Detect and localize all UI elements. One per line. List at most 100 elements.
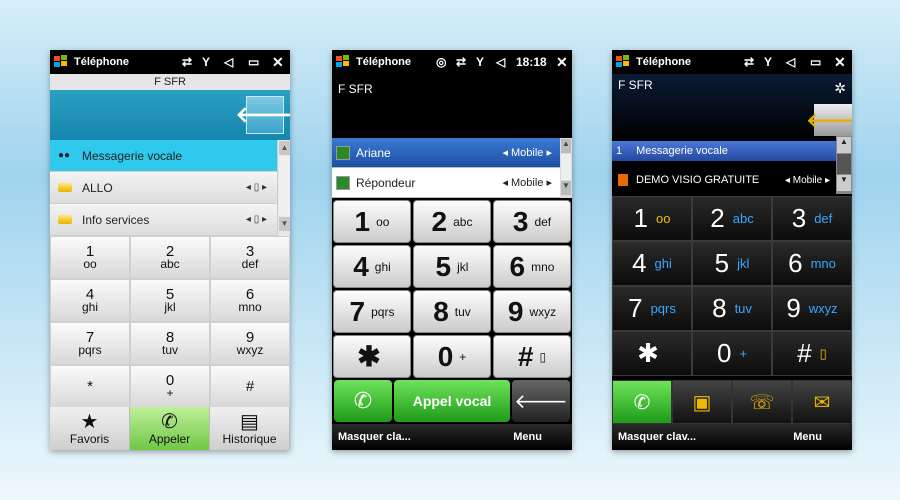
key-5[interactable]: 5 jkl (130, 279, 210, 322)
history-button[interactable]: ▤ Historique (210, 407, 290, 450)
volume-icon[interactable]: ◁ (496, 54, 505, 70)
scroll-down-icon[interactable]: ▼ (561, 181, 571, 195)
call-history-button[interactable]: ☏ (732, 380, 792, 424)
volume-icon[interactable]: ◁ (786, 54, 795, 70)
contacts-button[interactable]: ▣ (672, 380, 732, 424)
windows-logo-icon[interactable] (616, 55, 630, 69)
key-letters: mno (810, 256, 836, 271)
key-letters: + (739, 346, 748, 361)
key-star[interactable]: ✱ (333, 335, 411, 378)
list-scrollbar[interactable]: ▲ ▼ (836, 136, 852, 194)
key-1[interactable]: 1 oo (50, 236, 130, 279)
list-item[interactable]: Répondeur ◂ Mobile ▸ (332, 168, 560, 198)
key-star[interactable]: ✱ (612, 331, 692, 376)
phone-skin-3: Téléphone ⇄ Y ◁ ▭ ✕ F SFR ✲ 🡐 1 Messageri… (612, 50, 852, 450)
key-2[interactable]: 2 abc (413, 200, 491, 243)
mobile-selector[interactable]: ◂ ▯ ▸ (246, 182, 267, 193)
list-scrollbar[interactable]: ▲ ▼ (277, 140, 290, 236)
key-4[interactable]: 4 ghi (50, 279, 130, 322)
favorites-button[interactable]: ★ Favoris (50, 407, 130, 450)
scroll-up-icon[interactable]: ▲ (561, 139, 571, 153)
backspace-button[interactable]: 🡐 (236, 96, 290, 134)
call-button[interactable]: ✆ (612, 380, 672, 424)
windows-logo-icon[interactable] (336, 55, 350, 69)
close-icon[interactable]: ✕ (834, 54, 846, 70)
list-item[interactable]: DEMO VISIO GRATUITE ◂ Mobile ▸ (612, 167, 836, 193)
scroll-up-icon[interactable]: ▲ (279, 141, 290, 155)
key-0[interactable]: 0 + (413, 335, 491, 378)
scroll-track[interactable] (279, 156, 290, 216)
back-arrow-icon: 🡐 (514, 390, 568, 413)
call-button[interactable]: ✆ Appeler (130, 407, 210, 450)
backspace-button[interactable]: 🡐 (512, 380, 570, 422)
key-0[interactable]: 0 + (130, 365, 210, 408)
key-9[interactable]: 9 wxyz (210, 322, 290, 365)
contacts-button[interactable]: ✆ (334, 380, 392, 422)
key-1[interactable]: 1 oo (612, 196, 692, 241)
list-item[interactable]: Ariane ◂ Mobile ▸ (332, 138, 560, 168)
windows-logo-icon[interactable] (54, 55, 68, 69)
key-9[interactable]: 9 wxyz (493, 290, 571, 333)
key-8[interactable]: 8 tuv (130, 322, 210, 365)
key-3[interactable]: 3 def (210, 236, 290, 279)
message-button[interactable]: ✉ (792, 380, 852, 424)
key-1[interactable]: 1 oo (333, 200, 411, 243)
key-2[interactable]: 2 abc (130, 236, 210, 279)
list-item[interactable]: ALLO ◂ ▯ ▸ (50, 172, 277, 204)
key-hash[interactable]: # ▯ (772, 331, 852, 376)
mobile-selector[interactable]: ◂ Mobile ▸ (502, 146, 552, 159)
key-digit: # (517, 340, 534, 372)
voicemail-icon: ●● (58, 150, 71, 161)
voice-call-button[interactable]: Appel vocal (394, 380, 510, 422)
key-6[interactable]: 6 mno (210, 279, 290, 322)
list-scrollbar[interactable]: ▲ ▼ (560, 138, 572, 198)
scroll-track[interactable] (561, 154, 571, 180)
mobile-selector[interactable]: ◂ ▯ ▸ (246, 214, 267, 225)
key-4[interactable]: 4 ghi (612, 241, 692, 286)
backspace-button[interactable]: 🡐 (806, 104, 852, 136)
key-8[interactable]: 8 tuv (413, 290, 491, 333)
contacts-book-icon: ▣ (692, 391, 712, 414)
key-7[interactable]: 7 pqrs (50, 322, 130, 365)
mobile-selector[interactable]: ◂ Mobile ▸ (785, 175, 830, 186)
key-letters: + (459, 349, 467, 364)
scroll-down-icon[interactable]: ▼ (837, 175, 851, 191)
key-7[interactable]: 7 pqrs (333, 290, 411, 333)
list-item[interactable]: Info services ◂ ▯ ▸ (50, 204, 277, 236)
scroll-track[interactable] (837, 154, 851, 174)
key-star[interactable]: * (50, 365, 130, 408)
key-digit: 9 (245, 328, 255, 346)
volume-icon[interactable]: ◁ (224, 54, 233, 70)
softkey-menu[interactable]: Menu (787, 431, 852, 443)
key-3[interactable]: 3 def (493, 200, 571, 243)
key-digit: ✱ (637, 338, 659, 368)
scroll-down-icon[interactable]: ▼ (279, 217, 290, 231)
key-7[interactable]: 7 pqrs (612, 286, 692, 331)
key-hash[interactable]: # ▯ (493, 335, 571, 378)
dial-pad: 1 oo 2 abc 3 def 4 ghi 5 jkl 6 mno 7 pqrs 8 tuv … (333, 200, 571, 378)
key-5[interactable]: 5 jkl (692, 241, 772, 286)
key-6[interactable]: 6 mno (493, 245, 571, 288)
key-hash[interactable]: # (210, 365, 290, 408)
softkey-menu[interactable]: Menu (507, 431, 572, 443)
key-4[interactable]: 4 ghi (333, 245, 411, 288)
key-letters: abc (160, 256, 180, 271)
key-2[interactable]: 2 abc (692, 196, 772, 241)
mobile-selector[interactable]: ◂ Mobile ▸ (502, 176, 552, 189)
carrier-label: F SFR (338, 82, 373, 96)
list-item[interactable]: 1 Messagerie vocale (612, 141, 836, 161)
key-9[interactable]: 9 wxyz (772, 286, 852, 331)
bottom-tabs: ★ Favoris ✆ Appeler ▤ Historique (50, 407, 290, 450)
scroll-up-icon[interactable]: ▲ (837, 137, 851, 153)
softkey-left[interactable]: Masquer clav... (612, 431, 787, 443)
key-0[interactable]: 0 + (692, 331, 772, 376)
key-3[interactable]: 3 def (772, 196, 852, 241)
settings-icon[interactable]: ✲ (834, 80, 846, 97)
list-item[interactable]: ●● Messagerie vocale (50, 140, 277, 172)
close-icon[interactable]: ✕ (556, 54, 568, 70)
softkey-left[interactable]: Masquer cla... (332, 431, 507, 443)
key-6[interactable]: 6 mno (772, 241, 852, 286)
close-icon[interactable]: ✕ (272, 54, 284, 70)
key-8[interactable]: 8 tuv (692, 286, 772, 331)
key-5[interactable]: 5 jkl (413, 245, 491, 288)
